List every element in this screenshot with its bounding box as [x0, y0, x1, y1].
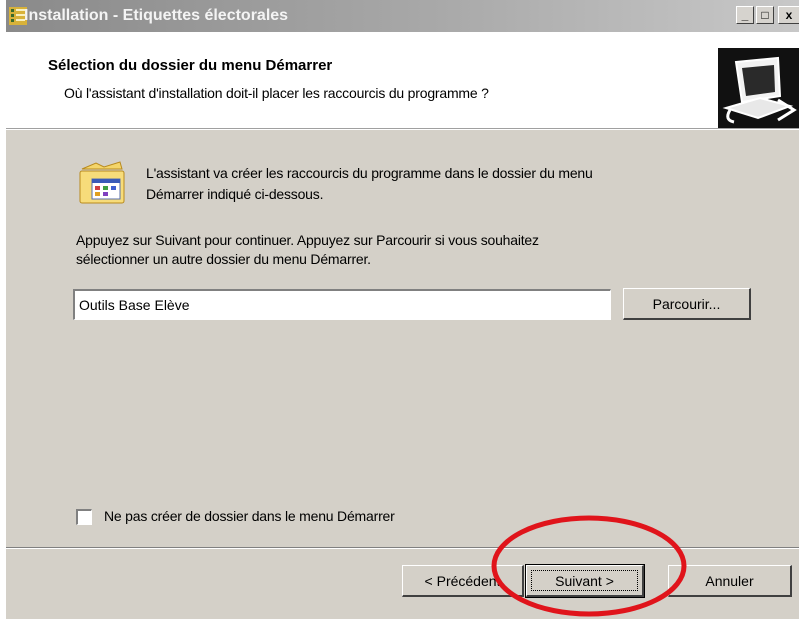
window-title: Installation - Etiquettes électorales	[24, 7, 289, 24]
title-bar[interactable]: Installation - Etiquettes électorales _ …	[6, 0, 799, 32]
no-folder-checkbox-label[interactable]: Ne pas créer de dossier dans le menu Dém…	[104, 508, 395, 524]
instructions-line-1: Appuyez sur Suivant pour continuer. Appu…	[76, 232, 539, 248]
intro-text: L'assistant va créer les raccourcis du p…	[146, 163, 593, 205]
red-annotation-ellipse	[491, 515, 687, 617]
intro-line-1: L'assistant va créer les raccourcis du p…	[146, 165, 593, 181]
wizard-body: L'assistant va créer les raccourcis du p…	[6, 130, 799, 547]
program-folder-icon	[79, 161, 125, 204]
instructions-text: Appuyez sur Suivant pour continuer. Appu…	[76, 231, 539, 269]
instructions-line-2: sélectionner un autre dossier du menu Dé…	[76, 251, 371, 267]
close-button[interactable]: x	[778, 6, 799, 24]
intro-line-2: Démarrer indiqué ci-dessous.	[146, 186, 324, 202]
wizard-header: Sélection du dossier du menu Démarrer Où…	[6, 32, 799, 129]
browse-button[interactable]: Parcourir...	[623, 288, 751, 320]
page-title: Sélection du dossier du menu Démarrer	[48, 57, 333, 74]
minimize-button[interactable]: _	[736, 6, 754, 24]
start-menu-folder-input[interactable]	[73, 289, 611, 320]
no-folder-checkbox[interactable]	[76, 509, 92, 525]
maximize-button[interactable]: □	[756, 6, 774, 24]
page-subtitle: Où l'assistant d'installation doit-il pl…	[64, 85, 489, 101]
installer-window: Installation - Etiquettes électorales _ …	[6, 0, 799, 619]
computer-icon	[718, 48, 799, 128]
